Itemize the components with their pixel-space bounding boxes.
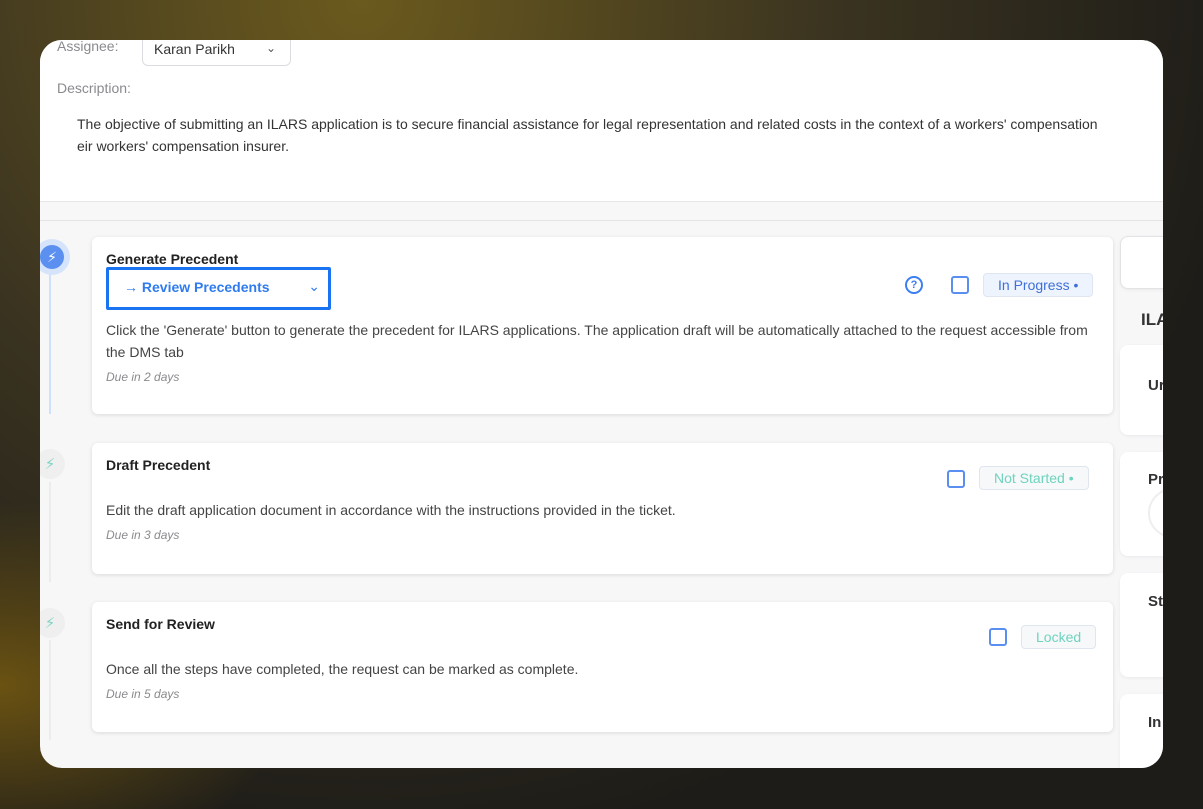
status-badge: Locked — [1021, 625, 1097, 649]
timeline-rail — [49, 640, 51, 740]
lightning-icon: ⚡︎ — [40, 245, 64, 269]
timeline-rail — [49, 482, 51, 582]
lightning-icon: ⚡︎ — [44, 615, 56, 632]
due-date: Due in 2 days — [106, 370, 180, 384]
arrow-right-icon: → — [124, 279, 142, 295]
help-icon[interactable]: ? — [905, 276, 923, 294]
right-card-title: Ur — [1148, 377, 1163, 394]
right-card-title: In — [1148, 714, 1162, 731]
chevron-down-icon: ⌄ — [265, 41, 276, 55]
step-card-generate-precedent: Generate Precedent → Review Precedents ⌄ … — [92, 237, 1113, 414]
review-precedents-dropdown[interactable]: → Review Precedents ⌄ — [106, 267, 331, 310]
assignee-select[interactable]: Karan Parikh ⌄ — [142, 40, 291, 66]
right-panel-heading: ILA — [1141, 310, 1163, 329]
action-label: Review Precedents — [141, 279, 270, 295]
timeline-rail — [49, 254, 51, 414]
step-title: Send for Review — [106, 616, 215, 632]
step-card-send-for-review: Send for Review Locked Once all the step… — [92, 602, 1113, 732]
divider — [40, 220, 1163, 221]
request-details: Assignee: Karan Parikh ⌄ Description: The… — [40, 40, 1163, 202]
status-badge: Not Started • — [979, 466, 1089, 490]
step-node-active: ⚡︎ — [40, 239, 70, 275]
description-label: Description: — [57, 80, 131, 96]
step-description: Once all the steps have completed, the r… — [106, 661, 579, 677]
right-card-title: St — [1148, 593, 1163, 610]
description-text: The objective of submitting an ILARS app… — [77, 116, 1098, 154]
step-node: ⚡︎ — [40, 608, 65, 638]
status-badge: In Progress • — [983, 273, 1094, 297]
step-checkbox[interactable] — [947, 470, 965, 488]
assignee-value: Karan Parikh — [154, 41, 235, 57]
due-date: Due in 5 days — [106, 687, 180, 701]
right-card: Ur — [1120, 345, 1163, 435]
right-card: In — [1120, 694, 1163, 768]
right-card-title: Pr — [1148, 471, 1163, 488]
right-card: Pr — [1120, 452, 1163, 556]
right-card: St — [1120, 573, 1163, 677]
step-node: ⚡︎ — [40, 449, 65, 479]
step-title: Generate Precedent — [106, 251, 239, 267]
due-date: Due in 3 days — [106, 528, 180, 542]
assignee-label: Assignee: — [57, 40, 119, 54]
step-card-draft-precedent: Draft Precedent Not Started • Edit the d… — [92, 443, 1113, 574]
step-description: Edit the draft application document in a… — [106, 502, 676, 518]
chevron-down-icon: ⌄ — [308, 278, 320, 294]
app-window: Assignee: Karan Parikh ⌄ Description: The… — [40, 40, 1163, 768]
step-description: Click the 'Generate' button to generate … — [106, 322, 1088, 360]
progress-ring — [1148, 488, 1163, 538]
lightning-icon: ⚡︎ — [44, 456, 56, 473]
step-title: Draft Precedent — [106, 457, 211, 473]
step-checkbox[interactable] — [951, 276, 969, 294]
step-checkbox[interactable] — [989, 628, 1007, 646]
right-panel-input[interactable] — [1120, 236, 1163, 289]
